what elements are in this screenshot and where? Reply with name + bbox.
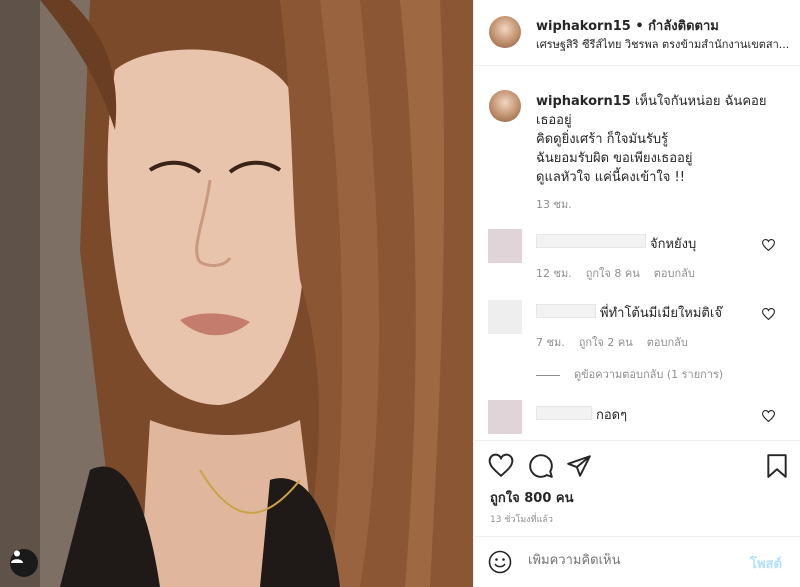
heart-icon[interactable]	[762, 410, 775, 422]
caption-line-2: เธออยู่	[536, 113, 572, 128]
caption-time: 13 ชม.	[536, 198, 572, 211]
heart-icon[interactable]	[762, 308, 775, 320]
comment-icon[interactable]	[528, 453, 554, 479]
separator-dot: •	[635, 19, 644, 34]
view-replies-button[interactable]: ดูข้อความตอบกลับ (1 รายการ)	[536, 365, 723, 383]
caption-line-3: คิดดูยิ่งเศร้า ก็ใจมันรับรู้	[536, 132, 669, 147]
paper-plane-icon[interactable]	[566, 453, 592, 479]
instagram-post-modal: wiphakorn15 • กำลังติดตาม เศรษฐสิริ ซีรี…	[0, 0, 800, 587]
post-caption: wiphakorn15 เห็นใจกันหน่อย ฉันคอย เธออยู…	[536, 92, 786, 187]
comment-text: จักหยังบุ	[650, 237, 697, 252]
author-username[interactable]: wiphakorn15	[536, 19, 631, 34]
post-comment-button[interactable]: โพสต์	[750, 553, 782, 574]
caption-line-5: ดูแลหัวใจ แค่นี้คงเข้าใจ !!	[536, 170, 685, 185]
commenter-name-redacted[interactable]	[536, 234, 646, 248]
reply-button[interactable]: ตอบกลับ	[647, 336, 688, 349]
comment-composer: โพสต์	[474, 536, 800, 587]
commenter-avatar[interactable]	[488, 229, 522, 263]
user-icon	[11, 550, 23, 563]
bookmark-icon[interactable]	[764, 453, 790, 479]
tagged-user-button[interactable]	[10, 549, 38, 577]
comment-text: กอดๆ	[596, 408, 628, 423]
caption-line-1: เห็นใจกันหน่อย ฉันคอย	[634, 94, 767, 109]
post-timestamp: 13 ชั่วโมงที่แล้ว	[490, 515, 553, 525]
comment-input[interactable]	[528, 553, 728, 568]
commenter-name-redacted[interactable]	[536, 406, 592, 420]
photo-image	[0, 0, 473, 587]
commenter-avatar[interactable]	[488, 400, 522, 434]
author-avatar[interactable]	[489, 16, 521, 48]
author-line: wiphakorn15 • กำลังติดตาม	[536, 15, 719, 36]
follow-status-button[interactable]: กำลังติดตาม	[648, 19, 719, 34]
post-photo[interactable]	[0, 0, 473, 587]
replies-divider	[536, 374, 560, 376]
comment-time: 12 ชม.	[536, 267, 572, 280]
location-link[interactable]: เศรษฐสิริ ซีรีส์ไทย วิชรพล ตรงข้ามสำนักง…	[536, 35, 791, 53]
commenter-avatar[interactable]	[488, 300, 522, 334]
reply-button[interactable]: ตอบกลับ	[654, 267, 695, 280]
caption-line-4: ฉันยอมรับผิด ขอเพียงเธออยู่	[536, 151, 693, 166]
comment-likes[interactable]: ถูกใจ 8 คน	[586, 267, 640, 280]
comment-meta: 7 ชม. ถูกใจ 2 คน ตอบกลับ	[536, 333, 702, 351]
heart-icon[interactable]	[488, 453, 514, 479]
comment-text: พี่ทำโต้นมีเมียใหม่ติเจ๊	[600, 306, 722, 321]
caption-avatar[interactable]	[489, 90, 521, 122]
caption-username[interactable]: wiphakorn15	[536, 94, 631, 109]
post-header: wiphakorn15 • กำลังติดตาม เศรษฐสิริ ซีรี…	[474, 0, 800, 66]
smiley-icon[interactable]	[488, 550, 512, 574]
comment-time: 7 ชม.	[536, 336, 565, 349]
comment-meta: 12 ชม. ถูกใจ 8 คน ตอบกลับ	[536, 264, 709, 282]
comment-likes[interactable]: ถูกใจ 2 คน	[579, 336, 633, 349]
likes-count[interactable]: ถูกใจ 800 คน	[490, 487, 573, 508]
post-side-panel: wiphakorn15 • กำลังติดตาม เศรษฐสิริ ซีรี…	[473, 0, 800, 587]
action-bar	[474, 440, 800, 486]
view-replies-label: ดูข้อความตอบกลับ (1 รายการ)	[574, 368, 724, 381]
heart-icon[interactable]	[762, 239, 775, 251]
commenter-name-redacted[interactable]	[536, 304, 596, 318]
